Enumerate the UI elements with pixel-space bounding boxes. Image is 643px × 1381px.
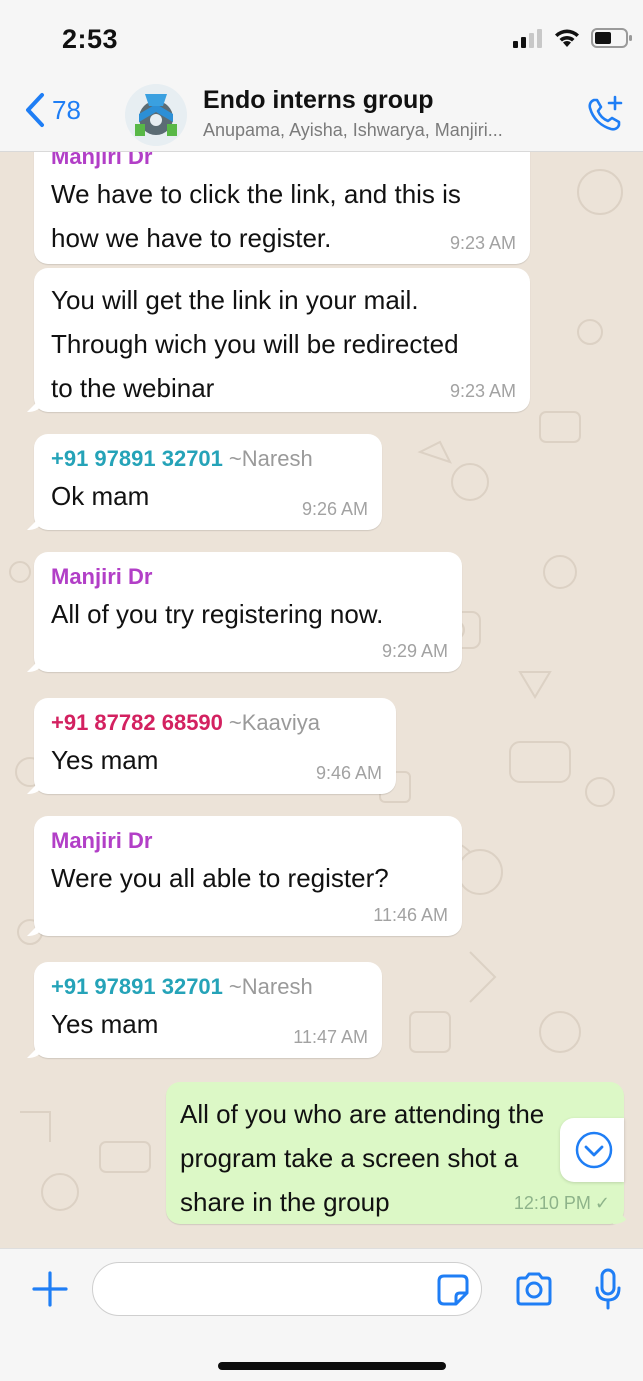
message-time: 9:23 AM	[449, 381, 516, 401]
outgoing-message-bubble[interactable]: All of you who are attending the program…	[166, 1082, 624, 1224]
attach-button[interactable]	[30, 1269, 70, 1314]
sender-alias: ~Naresh	[228, 974, 313, 999]
add-call-button[interactable]	[585, 94, 625, 139]
back-button[interactable]: 78	[24, 92, 81, 128]
message-sender: Manjiri Dr	[51, 564, 153, 589]
message-time: 11:47 AM	[293, 1027, 368, 1047]
message-text: All of you who are attending the	[180, 1099, 545, 1129]
chat-header: 78 Endo interns group Anupama, Ayisha, I…	[0, 76, 643, 152]
sender-alias: ~Kaaviya	[228, 710, 321, 735]
signal-icon	[513, 29, 542, 48]
message-bubble[interactable]: Manjiri Dr All of you try registering no…	[34, 552, 462, 672]
status-time: 2:53	[62, 24, 119, 54]
message-bubble[interactable]: +91 97891 32701 ~Naresh Yes mam 11:47 AM	[34, 962, 382, 1058]
sticker-button[interactable]	[436, 1273, 470, 1312]
message-bubble[interactable]: +91 97891 32701 ~Naresh Ok mam 9:26 AM	[34, 434, 382, 530]
message-sender: Manjiri Dr	[51, 152, 153, 169]
group-members[interactable]: Anupama, Ayisha, Ishwarya, Manjiri...	[203, 120, 563, 141]
unread-count: 78	[52, 94, 81, 125]
message-time: 9:29 AM	[381, 641, 448, 661]
message-text: how we have to register.	[51, 223, 332, 253]
group-logo-icon	[125, 84, 187, 146]
chevron-down-icon	[575, 1131, 613, 1169]
message-sender: +91 97891 32701 ~Naresh	[51, 972, 368, 1002]
camera-icon	[516, 1272, 552, 1306]
chevron-left-icon	[26, 93, 44, 127]
message-bubble[interactable]: Manjiri Dr Were you all able to register…	[34, 816, 462, 936]
plus-icon	[32, 1271, 68, 1307]
group-title[interactable]: Endo interns group	[203, 86, 434, 115]
message-input-bar	[0, 1248, 643, 1381]
message-text: program take a screen shot a	[180, 1143, 519, 1173]
group-avatar[interactable]	[125, 84, 187, 146]
sent-check-icon: ✓	[594, 1193, 610, 1213]
message-input[interactable]	[92, 1262, 482, 1316]
add-call-icon	[588, 95, 623, 131]
message-bubble[interactable]: You will get the link in your mail. Thro…	[34, 268, 530, 412]
message-time: 9:26 AM	[301, 499, 368, 519]
status-bar: 2:53	[0, 0, 643, 76]
microphone-button[interactable]	[594, 1267, 622, 1316]
battery-icon	[591, 28, 632, 48]
message-time: 9:23 AM	[449, 233, 516, 253]
microphone-icon	[595, 1268, 621, 1310]
message-sender: Manjiri Dr	[51, 828, 153, 853]
message-time: 9:46 AM	[315, 763, 382, 783]
sender-phone: +91 97891 32701	[51, 974, 223, 999]
message-text: We have to click the link, and this is	[51, 179, 461, 209]
message-bubble[interactable]: +91 87782 68590 ~Kaaviya Yes mam 9:46 AM	[34, 698, 396, 794]
chat-area[interactable]: Manjiri Dr We have to click the link, an…	[0, 152, 643, 1248]
sender-phone: +91 97891 32701	[51, 446, 223, 471]
home-indicator[interactable]	[218, 1362, 446, 1370]
message-text: You will get the link in your mail.	[51, 285, 419, 315]
sticker-icon	[437, 1274, 469, 1306]
message-bubble[interactable]: Manjiri Dr We have to click the link, an…	[34, 152, 530, 264]
message-text: to the webinar	[51, 373, 215, 403]
sender-alias: ~Naresh	[228, 446, 313, 471]
message-time: 12:10 PM ✓	[514, 1193, 610, 1214]
sender-phone: +91 87782 68590	[51, 710, 223, 735]
message-sender: +91 87782 68590 ~Kaaviya	[51, 708, 382, 738]
wifi-icon	[555, 29, 579, 47]
message-text: Through wich you will be redirected	[51, 329, 459, 359]
message-text: Were you all able to register?	[51, 863, 389, 893]
message-time-text: 12:10 PM	[513, 1193, 591, 1213]
camera-button[interactable]	[513, 1271, 555, 1312]
message-sender: +91 97891 32701 ~Naresh	[51, 444, 368, 474]
message-text: All of you try registering now.	[51, 599, 384, 629]
scroll-to-bottom-button[interactable]	[560, 1118, 624, 1182]
status-icons	[513, 27, 633, 49]
message-time: 11:46 AM	[373, 905, 448, 925]
